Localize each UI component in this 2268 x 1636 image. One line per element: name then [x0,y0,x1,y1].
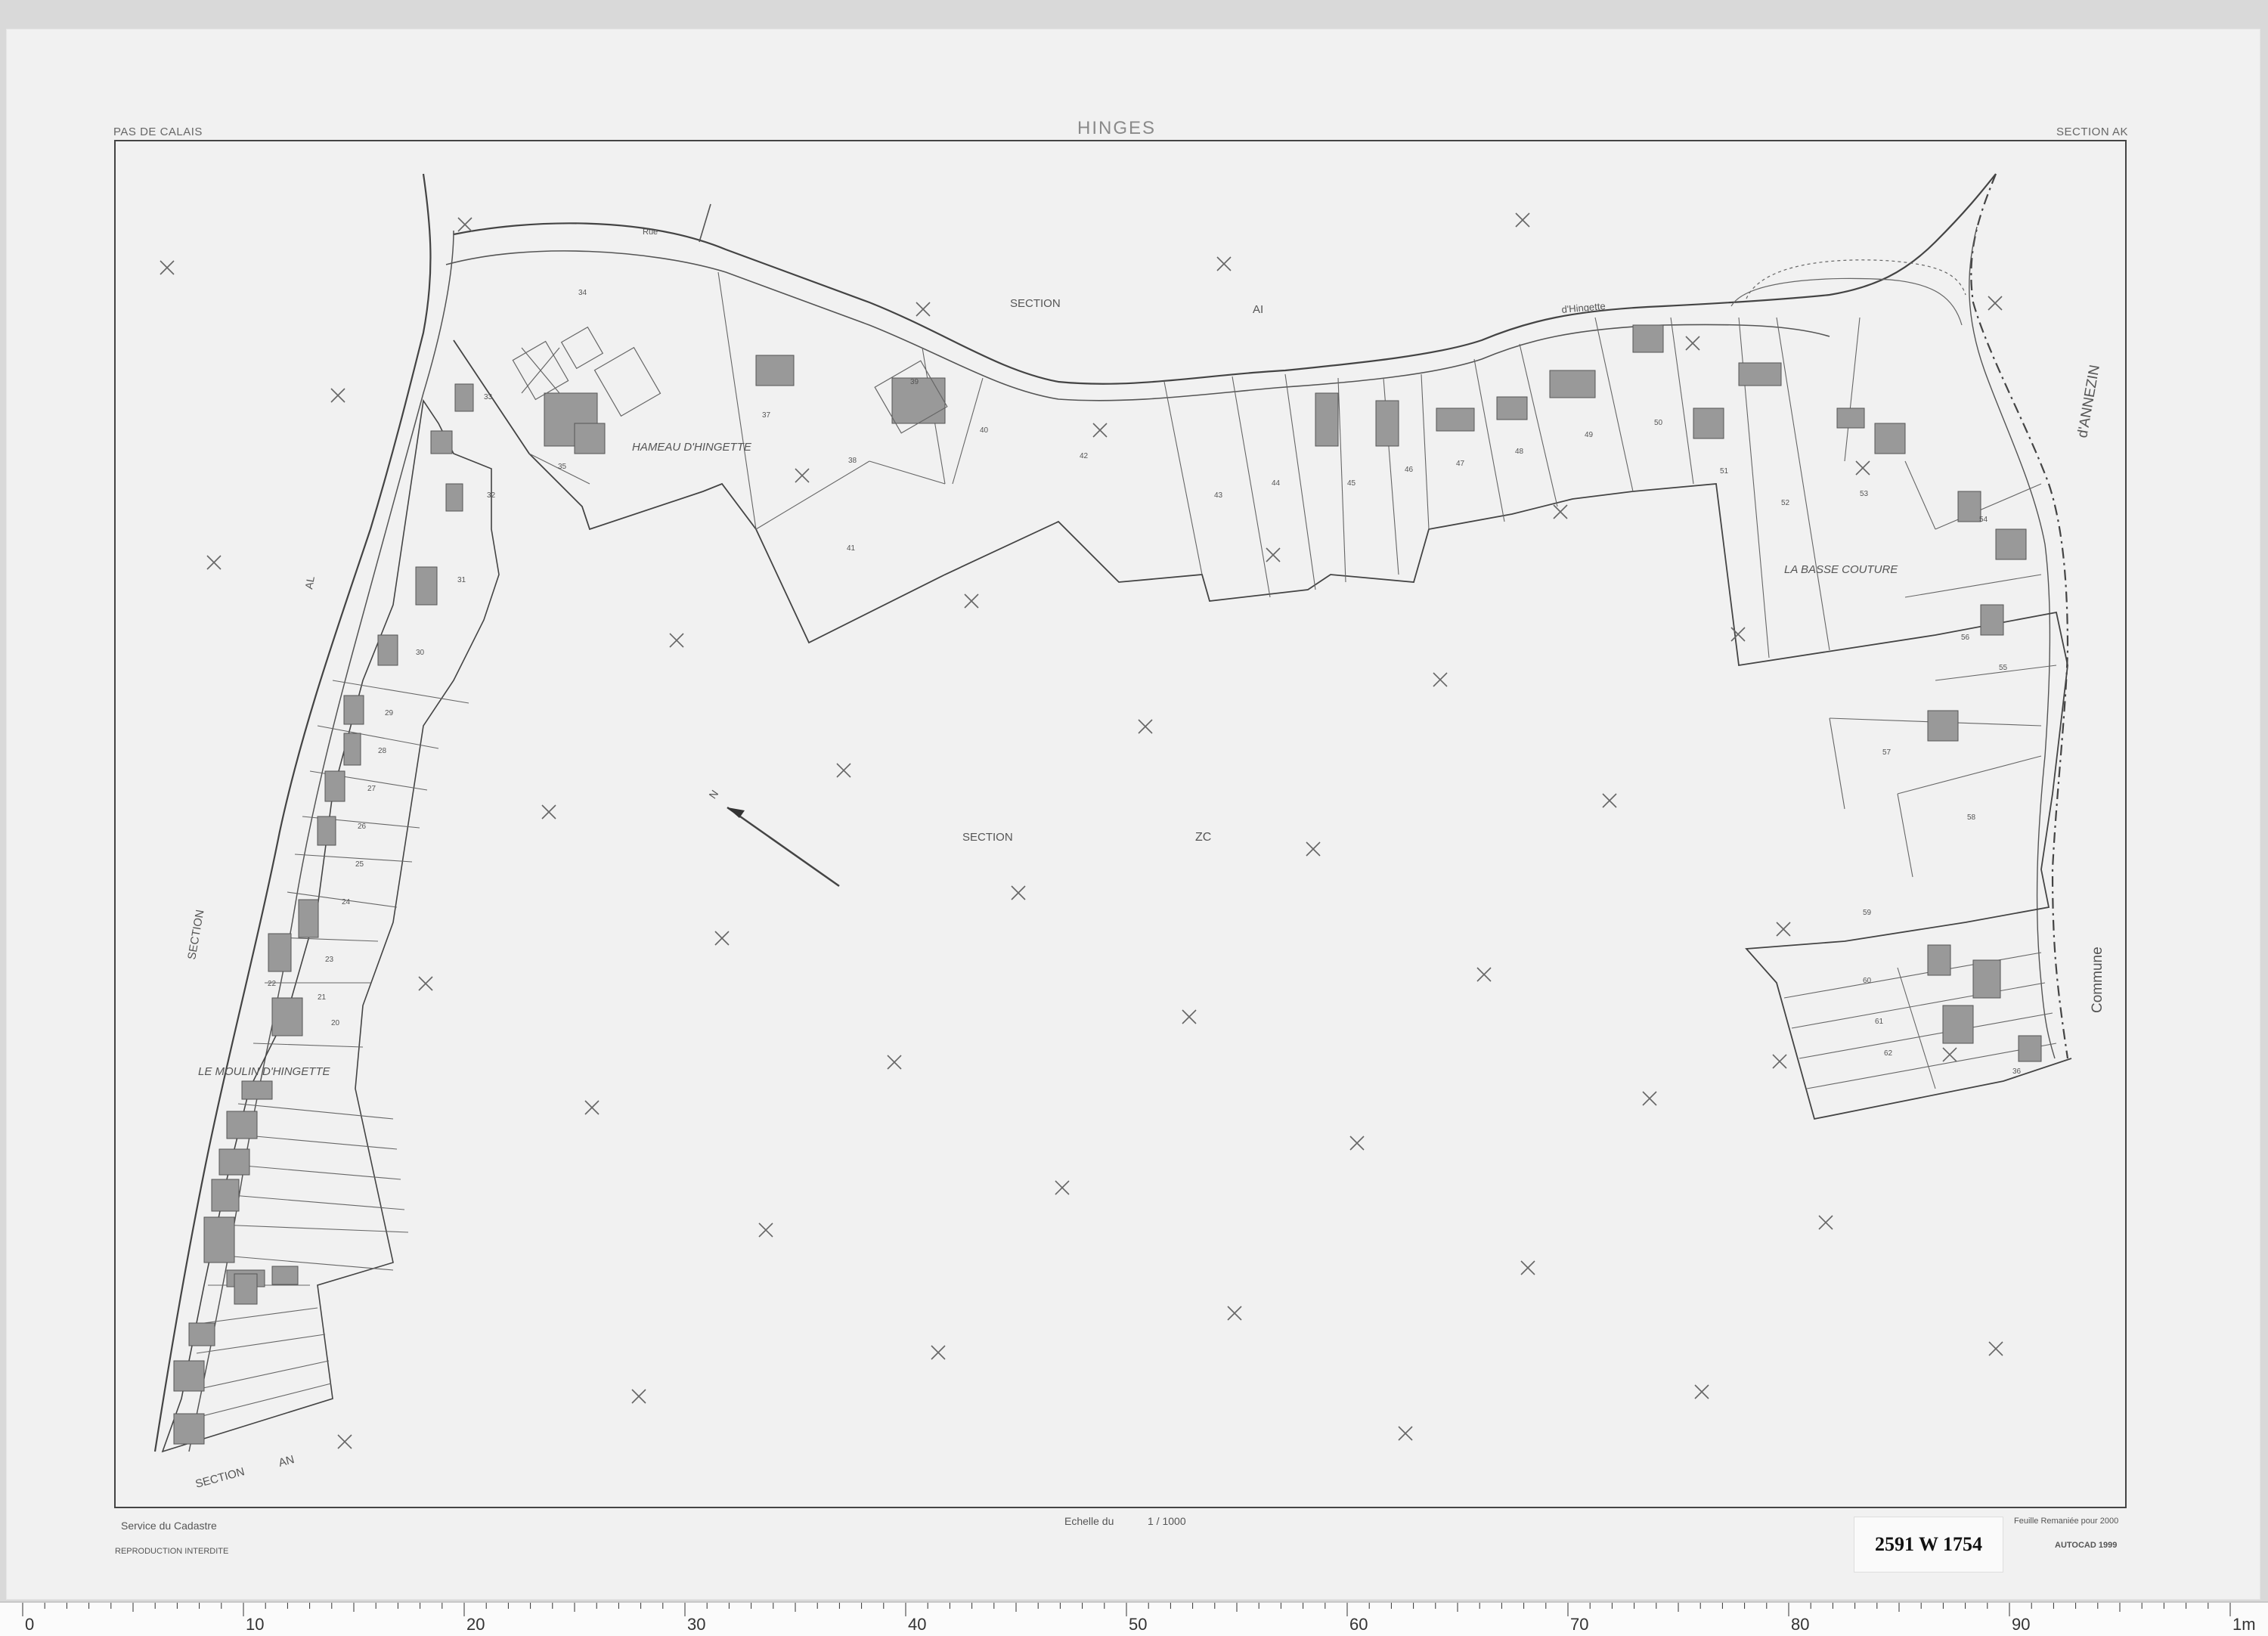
svg-text:25: 25 [355,860,364,869]
svg-text:31: 31 [457,576,466,584]
svg-text:47: 47 [1456,460,1465,468]
svg-text:34: 34 [578,289,587,297]
svg-text:22: 22 [268,980,277,988]
svg-text:20: 20 [331,1019,340,1027]
svg-text:39: 39 [910,378,919,386]
buildings [173,324,2042,1445]
ruler-mark: 0 [25,1615,34,1634]
parcel-dividers-top [528,271,2057,1089]
road-left [153,173,432,1452]
road-junction-edge [1746,259,1966,299]
software-label: AUTOCAD 1999 [2055,1541,2118,1550]
svg-text:53: 53 [1860,490,1869,498]
ruler-mark: 80 [1791,1615,1809,1634]
svg-text:54: 54 [1979,516,1988,524]
road-edge [445,250,1830,401]
svg-text:36: 36 [2012,1067,2022,1076]
svg-text:41: 41 [847,544,856,553]
place-basse-couture: LA BASSE COUTURE [1784,563,1898,576]
svg-text:29: 29 [385,709,394,717]
grid-crosses [160,212,2003,1449]
svg-text:49: 49 [1585,431,1594,439]
svg-text:30: 30 [416,649,425,657]
ruler-mark: 40 [908,1615,926,1634]
section-label-ai-2: AI [1253,303,1263,316]
road-label-hingette: d'Hingette [1561,300,1606,315]
road-label-annezin: d'ANNEZIN [2074,364,2103,439]
svg-text:50: 50 [1654,419,1663,427]
section-label-zc-2: ZC [1195,831,1211,844]
svg-text:43: 43 [1214,491,1223,500]
scale-value: 1 / 1000 [1148,1515,1186,1527]
svg-text:59: 59 [1863,909,1872,917]
svg-text:60: 60 [1863,977,1872,985]
zone-boundary [453,339,2072,1120]
svg-text:32: 32 [487,491,496,500]
svg-text:48: 48 [1515,448,1524,456]
svg-text:N: N [706,788,720,801]
section-label-an-1: SECTION [194,1465,246,1491]
svg-text:35: 35 [558,463,567,471]
svg-text:58: 58 [1967,813,1976,822]
ruler-mark: 10 [246,1615,264,1634]
commune-label: Commune [2090,947,2105,1013]
revision-label: Feuille Remaniée pour 2000 [2014,1517,2119,1526]
road-junction-edge-2 [1730,277,1963,326]
cadastral-map: N SECTION AI SECTION ZC SECTION AN SECTI… [114,140,2127,1508]
place-hameau-hingette: HAMEAU D'HINGETTE [632,441,752,454]
svg-text:55: 55 [1999,664,2008,672]
svg-text:46: 46 [1405,466,1414,474]
svg-text:26: 26 [358,823,367,831]
svg-text:33: 33 [484,393,493,401]
svg-text:61: 61 [1875,1018,1884,1026]
svg-text:27: 27 [367,785,376,793]
svg-text:51: 51 [1720,467,1729,476]
ruler-mark: 50 [1129,1615,1147,1634]
ruler-scale: 0 10 20 30 40 50 60 70 80 90 1m [22,1603,2256,1634]
north-arrow: N [706,788,840,888]
archive-label: 2591 W 1754 [1854,1517,2003,1572]
section-label-al-1: SECTION [185,909,206,961]
svg-text:23: 23 [325,956,334,964]
ruler-mark: 60 [1349,1615,1368,1634]
service-label: Service du Cadastre [121,1520,217,1532]
svg-text:57: 57 [1882,748,1892,757]
measuring-ruler: 0 10 20 30 40 50 60 70 80 90 1m [0,1601,2268,1636]
ruler-mark: 90 [2012,1615,2030,1634]
svg-text:37: 37 [762,411,771,420]
section-label-zc-1: SECTION [962,831,1013,844]
map-frame [114,140,2127,1508]
svg-text:45: 45 [1347,479,1356,488]
ruler-mark: 70 [1570,1615,1588,1634]
reproduction-label: REPRODUCTION INTERDITE [115,1547,229,1556]
svg-text:38: 38 [848,457,857,465]
place-moulin-hingette: LE MOULIN D'HINGETTE [198,1065,331,1078]
svg-text:21: 21 [318,993,327,1002]
scale-prefix: Echelle du [1064,1515,1114,1527]
svg-text:44: 44 [1272,479,1281,488]
road-annezin-edge [1969,226,2056,1059]
section-label-ai-1: SECTION [1010,297,1061,310]
svg-text:42: 42 [1080,452,1089,460]
svg-text:52: 52 [1781,499,1790,507]
svg-text:40: 40 [980,426,989,435]
svg-text:24: 24 [342,898,351,906]
svg-text:62: 62 [1884,1049,1893,1058]
parcels-left-strip [161,398,500,1453]
road-label-rue: Rue [643,228,658,237]
svg-text:28: 28 [378,747,387,755]
ruler-mark: 1m [2232,1615,2256,1634]
ruler-mark: 20 [466,1615,485,1634]
section-label-an-2: AN [277,1453,296,1470]
ruler-mark: 30 [687,1615,705,1634]
svg-text:56: 56 [1961,634,1970,642]
parcel-numbers: 34 37 38 39 40 41 42 43 44 45 46 47 48 4… [268,289,2022,1076]
section-label-al-2: AL [302,575,317,590]
